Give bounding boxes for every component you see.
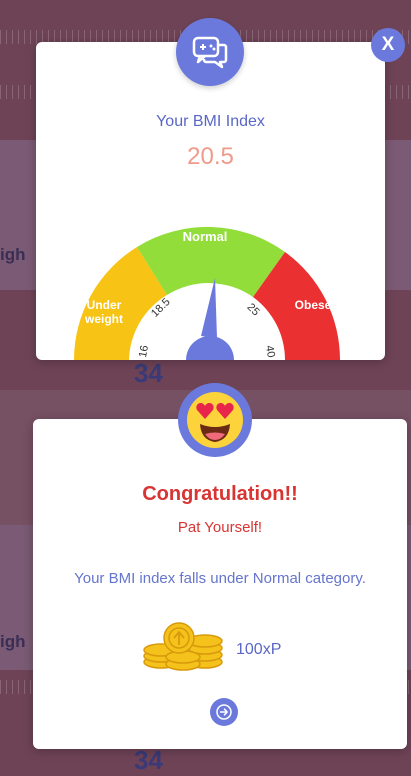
background-number-fragment: 34 bbox=[134, 745, 163, 775]
background-label-fragment: igh bbox=[0, 632, 26, 651]
gold-coins-icon bbox=[143, 622, 223, 671]
chat-bubbles-icon bbox=[176, 18, 244, 86]
gauge-needle-hub bbox=[186, 336, 234, 360]
bmi-modal: Your BMI Index 20.5 Normal Under weight … bbox=[36, 42, 385, 360]
gauge-tick-40: 40 bbox=[263, 344, 277, 358]
congrats-heading: Congratulation!! bbox=[142, 483, 298, 505]
close-button[interactable]: X bbox=[371, 28, 405, 62]
gauge-tick-25: 25 bbox=[245, 301, 262, 318]
reward-xp: 100xP bbox=[236, 641, 282, 658]
next-button[interactable] bbox=[210, 698, 238, 726]
gauge-label-under: Under bbox=[87, 298, 122, 312]
gauge-label-weight: weight bbox=[84, 312, 123, 326]
arrow-right-icon bbox=[216, 704, 232, 720]
congrats-modal: Congratulation!! Pat Yourself! Your BMI … bbox=[33, 419, 407, 749]
background-number-fragment: 34 bbox=[134, 358, 163, 388]
gauge-tick-16: 16 bbox=[137, 344, 151, 358]
congrats-subheading: Pat Yourself! bbox=[177, 519, 263, 536]
gauge-label-normal: Normal bbox=[183, 229, 228, 244]
congrats-message: Your BMI index falls under Normal catego… bbox=[74, 570, 366, 587]
gauge-label-obese: Obese bbox=[295, 298, 332, 312]
background-label-fragment: igh bbox=[0, 245, 26, 264]
bmi-gauge: Normal Under weight Obese 16 18.5 25 40 bbox=[74, 226, 341, 360]
gauge-needle bbox=[201, 278, 217, 338]
heart-eyes-emoji-icon bbox=[178, 383, 252, 457]
